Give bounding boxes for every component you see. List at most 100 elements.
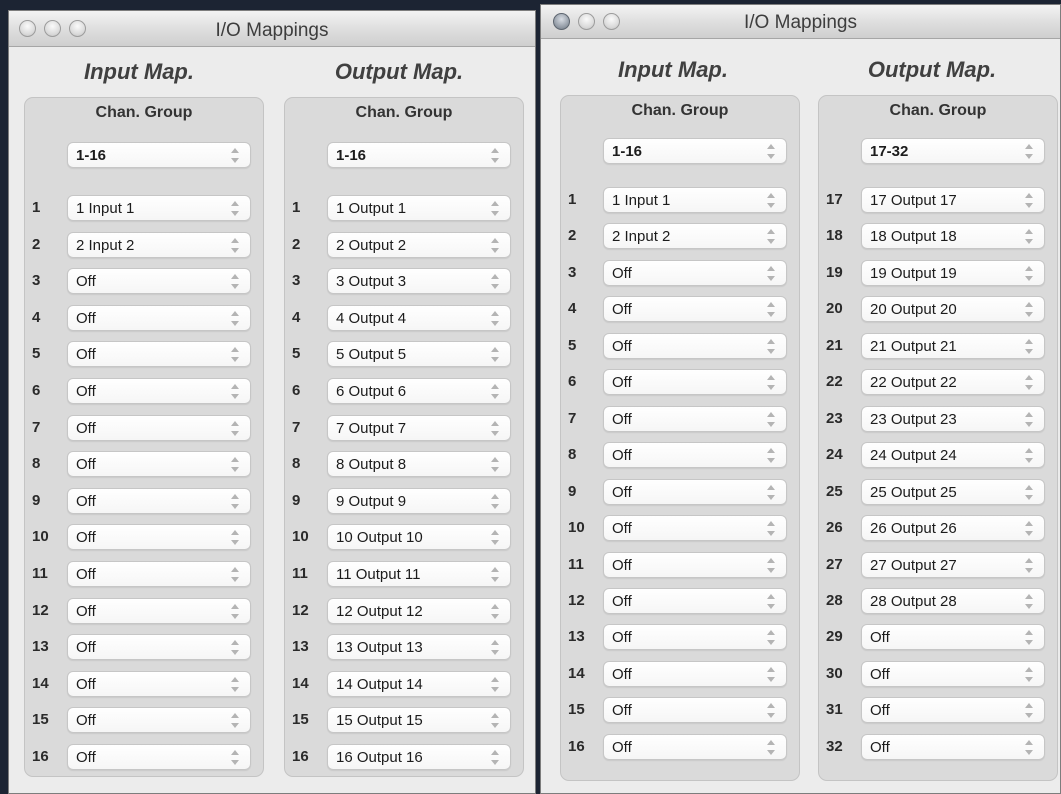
output-channel-select[interactable]: 10 Output 10 [327, 524, 511, 550]
input-channel-select[interactable]: Off [67, 488, 251, 514]
output-channel-select[interactable]: 18 Output 18 [861, 223, 1045, 249]
channel-number: 29 [826, 628, 843, 645]
output-channel-select[interactable]: 15 Output 15 [327, 707, 511, 733]
output-channel-select[interactable]: 26 Output 26 [861, 515, 1045, 541]
channel-number: 28 [826, 592, 843, 609]
input-channel-select[interactable]: Off [603, 369, 787, 395]
input-channel-select[interactable]: Off [67, 268, 251, 294]
stepper-arrows-icon [1025, 740, 1034, 755]
select-value: 16 Output 16 [336, 749, 423, 766]
output-channel-select[interactable]: Off [861, 697, 1045, 723]
output-channel-select[interactable]: 13 Output 13 [327, 634, 511, 660]
input-channel-select[interactable]: Off [603, 624, 787, 650]
output-channel-select[interactable]: 27 Output 27 [861, 552, 1045, 578]
input-channel-select[interactable]: 1 Input 1 [603, 187, 787, 213]
output-chan-group-select[interactable]: 17-32 [861, 138, 1045, 164]
output-channel-select[interactable]: 8 Output 8 [327, 451, 511, 477]
output-channel-select[interactable]: Off [861, 661, 1045, 687]
output-channel-select[interactable]: 9 Output 9 [327, 488, 511, 514]
input-channel-select[interactable]: Off [67, 561, 251, 587]
input-channel-select[interactable]: 2 Input 2 [67, 232, 251, 258]
output-channel-select[interactable]: Off [861, 734, 1045, 760]
chan-group-label: Chan. Group [95, 104, 193, 121]
stepper-arrows-icon [491, 457, 500, 472]
output-channel-select[interactable]: 25 Output 25 [861, 479, 1045, 505]
stepper-arrows-icon [767, 594, 776, 609]
select-value: Off [76, 420, 96, 437]
input-channel-select[interactable]: Off [67, 378, 251, 404]
output-channel-select[interactable]: 14 Output 14 [327, 671, 511, 697]
input-chan-group-select[interactable]: 1-16 [603, 138, 787, 164]
output-channel-select[interactable]: 3 Output 3 [327, 268, 511, 294]
output-channel-select[interactable]: 16 Output 16 [327, 744, 511, 770]
output-channel-select[interactable]: 7 Output 7 [327, 415, 511, 441]
input-channel-select[interactable]: Off [603, 296, 787, 322]
title-bar[interactable]: I/O Mappings [541, 5, 1060, 39]
input-chan-group-select[interactable]: 1-16 [67, 142, 251, 168]
select-value: Off [76, 346, 96, 363]
input-channel-select[interactable]: Off [603, 697, 787, 723]
output-channel-select[interactable]: 24 Output 24 [861, 442, 1045, 468]
channel-number: 11 [32, 565, 48, 582]
input-channel-select[interactable]: 2 Input 2 [603, 223, 787, 249]
stepper-arrows-icon [491, 311, 500, 326]
channel-number: 15 [568, 701, 585, 718]
output-channel-select[interactable]: 11 Output 11 [327, 561, 511, 587]
input-channel-select[interactable]: Off [603, 734, 787, 760]
input-channel-select[interactable]: Off [67, 524, 251, 550]
output-channel-select[interactable]: 6 Output 6 [327, 378, 511, 404]
output-channel-select[interactable]: 1 Output 1 [327, 195, 511, 221]
input-channel-select[interactable]: Off [603, 442, 787, 468]
output-channel-select[interactable]: Off [861, 624, 1045, 650]
select-value: 13 Output 13 [336, 639, 423, 656]
input-channel-select[interactable]: Off [67, 305, 251, 331]
select-value: 4 Output 4 [336, 310, 407, 327]
input-channel-select[interactable]: Off [603, 260, 787, 286]
input-channel-select[interactable]: Off [603, 479, 787, 505]
stepper-arrows-icon [1025, 703, 1034, 718]
input-channel-select[interactable]: Off [67, 451, 251, 477]
output-channel-select[interactable]: 23 Output 23 [861, 406, 1045, 432]
channel-number: 25 [826, 483, 843, 500]
select-value: 24 Output 24 [870, 447, 957, 464]
select-value: 1-16 [76, 147, 107, 164]
output-channel-select[interactable]: 22 Output 22 [861, 369, 1045, 395]
output-channel-select[interactable]: 21 Output 21 [861, 333, 1045, 359]
output-chan-group-select[interactable]: 1-16 [327, 142, 511, 168]
output-channel-select[interactable]: 20 Output 20 [861, 296, 1045, 322]
stepper-arrows-icon [491, 148, 500, 163]
channel-number: 13 [292, 638, 309, 655]
channel-number: 16 [292, 748, 309, 765]
input-channel-select[interactable]: Off [603, 588, 787, 614]
select-value: Off [76, 639, 96, 656]
output-channel-select[interactable]: 17 Output 17 [861, 187, 1045, 213]
output-channel-select[interactable]: 28 Output 28 [861, 588, 1045, 614]
output-channel-select[interactable]: 5 Output 5 [327, 341, 511, 367]
input-channel-select[interactable]: Off [67, 415, 251, 441]
stepper-arrows-icon [231, 201, 240, 216]
select-value: Off [76, 493, 96, 510]
input-channel-select[interactable]: Off [603, 515, 787, 541]
output-channel-select[interactable]: 4 Output 4 [327, 305, 511, 331]
input-channel-select[interactable]: 1 Input 1 [67, 195, 251, 221]
input-channel-select[interactable]: Off [603, 406, 787, 432]
output-channel-select[interactable]: 2 Output 2 [327, 232, 511, 258]
output-channel-select[interactable]: 12 Output 12 [327, 598, 511, 624]
input-channel-select[interactable]: Off [67, 671, 251, 697]
input-channel-select[interactable]: Off [67, 341, 251, 367]
input-channel-select[interactable]: Off [67, 634, 251, 660]
input-channel-select[interactable]: Off [603, 661, 787, 687]
select-value: Off [76, 383, 96, 400]
input-channel-select[interactable]: Off [67, 707, 251, 733]
title-bar[interactable]: I/O Mappings [9, 11, 535, 47]
output-channel-select[interactable]: 19 Output 19 [861, 260, 1045, 286]
input-channel-select[interactable]: Off [67, 598, 251, 624]
stepper-arrows-icon [767, 703, 776, 718]
input-channel-select[interactable]: Off [67, 744, 251, 770]
input-channel-select[interactable]: Off [603, 333, 787, 359]
input-channel-select[interactable]: Off [603, 552, 787, 578]
input-map-panel: Chan. Group 1-16 1 1 Input 1 2 2 Input 2 3 Of… [560, 95, 800, 781]
channel-number: 31 [826, 701, 843, 718]
channel-number: 10 [32, 528, 49, 545]
output-map-heading: Output Map. [334, 59, 464, 84]
